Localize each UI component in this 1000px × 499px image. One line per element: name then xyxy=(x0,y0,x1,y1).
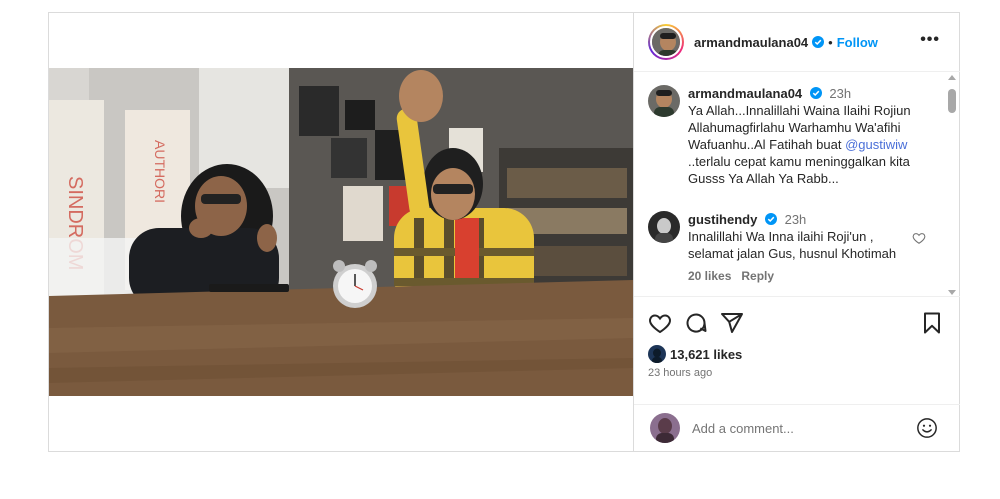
media-pane: SINDROM AUTHORI xyxy=(49,13,633,451)
bookmark-icon[interactable] xyxy=(920,311,944,335)
post-card: SINDROM AUTHORI armandmaulana04 • Follow… xyxy=(48,12,960,452)
author-avatar[interactable] xyxy=(648,24,684,60)
comment-meta: 20 likes Reply xyxy=(688,268,918,285)
likes-row[interactable]: 13,621 likes xyxy=(648,345,742,363)
comment-like-icon[interactable] xyxy=(912,231,926,245)
send-icon[interactable] xyxy=(720,311,744,335)
scroll-up-arrow-icon[interactable] xyxy=(948,75,956,80)
comment-username[interactable]: gustihendy xyxy=(688,212,757,227)
action-icons xyxy=(648,311,756,335)
post-actions: 13,621 likes 23 hours ago xyxy=(634,296,960,404)
post-side-pane: armandmaulana04 • Follow ••• armandmaula… xyxy=(633,13,960,451)
comment-input[interactable] xyxy=(692,420,892,436)
author-username[interactable]: armandmaulana04 xyxy=(694,35,808,50)
comment-username[interactable]: armandmaulana04 xyxy=(688,86,802,101)
post-timestamp[interactable]: 23 hours ago xyxy=(648,367,712,379)
heart-icon[interactable] xyxy=(648,311,672,335)
liker-avatar xyxy=(648,345,666,363)
comment-likes[interactable]: 20 likes xyxy=(688,269,731,283)
verified-badge-icon xyxy=(764,213,777,225)
commenter-avatar[interactable] xyxy=(648,211,680,243)
comment-item: gustihendy 23h Innalillahi Wa Inna ilaih… xyxy=(648,211,948,295)
comments-scrollbar[interactable] xyxy=(947,75,957,295)
commenter-avatar-image xyxy=(648,85,680,117)
more-options-icon[interactable]: ••• xyxy=(920,32,940,48)
follow-button[interactable]: Follow xyxy=(837,35,878,50)
current-user-avatar xyxy=(650,413,680,443)
commenter-avatar-image xyxy=(648,211,680,243)
reply-button[interactable]: Reply xyxy=(741,269,774,283)
comments-list: armandmaulana04 23h Ya Allah...Innalilla… xyxy=(634,73,960,295)
comment-icon[interactable] xyxy=(684,311,708,335)
verified-badge-icon xyxy=(812,36,825,48)
post-header: armandmaulana04 • Follow ••• xyxy=(634,13,960,72)
scroll-thumb[interactable] xyxy=(948,89,956,113)
author-avatar-image xyxy=(652,28,680,56)
post-video[interactable]: SINDROM AUTHORI xyxy=(49,68,633,396)
verified-badge-icon xyxy=(809,87,822,99)
add-comment-bar xyxy=(634,404,960,451)
separator-dot: • xyxy=(828,34,833,50)
svg-text:AUTHORI: AUTHORI xyxy=(152,140,168,203)
scroll-down-arrow-icon[interactable] xyxy=(948,290,956,295)
caption-comment: armandmaulana04 23h Ya Allah...Innalilla… xyxy=(648,85,948,195)
mention-link[interactable]: @gustiwiw xyxy=(845,137,907,152)
emoji-icon[interactable] xyxy=(916,417,938,439)
comment-text: Ya Allah...Innalillahi Waina Ilaihi Roji… xyxy=(688,102,918,187)
comment-time: 23h xyxy=(784,212,807,227)
commenter-avatar[interactable] xyxy=(648,85,680,117)
comment-text-part: ..terlalu cepat kamu meninggalkan kita G… xyxy=(688,154,910,186)
likes-count[interactable]: 13,621 likes xyxy=(670,347,742,362)
comment-time: 23h xyxy=(829,86,852,101)
comment-text: Innalillahi Wa Inna ilaihi Roji'un , sel… xyxy=(688,229,897,261)
video-still: SINDROM AUTHORI xyxy=(49,68,633,396)
current-user-avatar-image xyxy=(650,413,680,443)
liker-avatar-image xyxy=(648,345,666,363)
